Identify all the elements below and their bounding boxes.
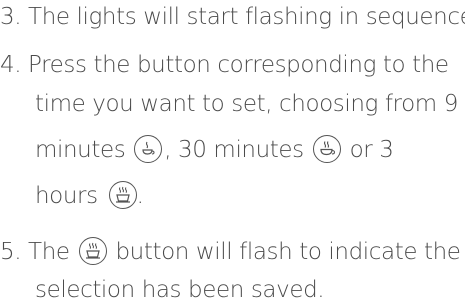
step-3-text: 3. The lights will start flashing in seq… xyxy=(0,4,465,30)
step-4-text-2: time you want to set, choosing from 9 xyxy=(35,91,458,117)
step-5-line-2: selection has been saved. xyxy=(35,275,325,305)
step-4-thirty-minutes-label: , 30 minutes xyxy=(164,137,304,163)
step-5-the-label: 5. The xyxy=(0,239,70,265)
step-5-text-1: button will flash to indicate the xyxy=(115,239,461,265)
step-4-period: . xyxy=(136,183,144,209)
step-4-minutes-label: minutes xyxy=(35,137,126,163)
step-5-line-1: 5. The button will flash to indicate the xyxy=(0,236,461,267)
step-3: 3. The lights will start flashing in seq… xyxy=(0,2,465,32)
carafe-steam-icon xyxy=(78,236,107,265)
large-cup-icon xyxy=(312,134,341,163)
step-4-text-1: 4. Press the button corresponding to the xyxy=(0,52,449,78)
step-4-or-three-label: or 3 xyxy=(349,137,394,163)
step-4-line-1: 4. Press the button corresponding to the xyxy=(0,50,449,80)
step-4-line-3: minutes , 30 minutes or 3 xyxy=(35,134,394,165)
step-5-text-2: selection has been saved. xyxy=(35,277,325,303)
step-4-line-2: time you want to set, choosing from 9 xyxy=(35,89,458,119)
instruction-document: { "steps": { "step3": { "text": "3. The … xyxy=(0,0,465,306)
small-cup-icon xyxy=(134,134,163,163)
step-4-hours-label: hours xyxy=(35,183,98,209)
carafe-steam-icon xyxy=(108,180,137,209)
step-4-line-4: hours . xyxy=(35,180,144,211)
